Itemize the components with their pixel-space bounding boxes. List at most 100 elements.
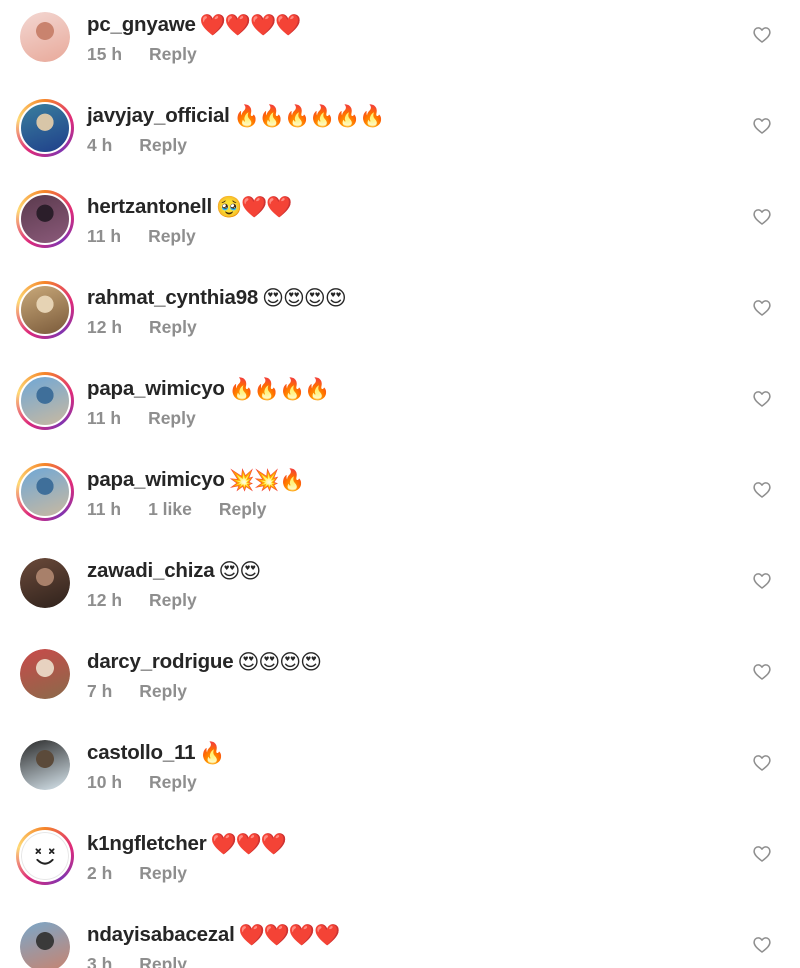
avatar[interactable] <box>16 99 74 157</box>
avatar[interactable] <box>20 12 70 62</box>
comment-line: javyjay_official 🔥🔥🔥🔥🔥🔥 <box>87 98 386 134</box>
comment-line: k1ngfletcher ❤️❤️❤️ <box>87 826 287 862</box>
comment-time: 11 h <box>87 499 122 519</box>
comment-row: k1ngfletcher ❤️❤️❤️ 2 h Reply <box>0 819 800 910</box>
avatar-image <box>19 466 71 518</box>
comment-username[interactable]: javyjay_official <box>87 104 230 128</box>
heart-outline-icon <box>753 391 771 407</box>
avatar[interactable] <box>16 372 74 430</box>
comment-username[interactable]: castollo_11 <box>87 741 196 765</box>
comment-time: 4 h <box>87 135 113 155</box>
heart-outline-icon <box>753 755 771 771</box>
avatar[interactable] <box>16 827 74 885</box>
comment-row: castollo_11 🔥 10 h Reply <box>0 728 800 819</box>
like-button[interactable] <box>752 298 772 318</box>
comment-row: zawadi_chiza 😍😍 12 h Reply <box>0 546 800 637</box>
comment-likes[interactable]: 1 like <box>148 499 192 520</box>
comment-username[interactable]: papa_wimicyo <box>87 377 225 401</box>
avatar-image <box>20 558 70 608</box>
like-button[interactable] <box>752 480 772 500</box>
reply-button[interactable]: Reply <box>139 863 187 884</box>
comment-row: ndayisabacezal ❤️❤️❤️❤️ 3 h Reply <box>0 910 800 968</box>
comment-line: darcy_rodrigue 😍😍😍😍 <box>87 644 322 680</box>
comment-username[interactable]: hertzantonell <box>87 195 212 219</box>
avatar-image <box>20 12 70 62</box>
comment-meta: 2 h Reply <box>87 863 214 884</box>
avatar-image <box>19 375 71 427</box>
comment-time: 2 h <box>87 863 113 883</box>
heart-outline-icon <box>753 846 771 862</box>
reply-button[interactable]: Reply <box>149 44 197 65</box>
comment-time: 11 h <box>87 226 122 246</box>
comment-time: 12 h <box>87 590 123 610</box>
comment-row: papa_wimicyo 💥💥🔥 11 h1 like Reply <box>0 455 800 546</box>
avatar[interactable] <box>20 558 70 608</box>
avatar-image <box>20 922 70 968</box>
comment-username[interactable]: k1ngfletcher <box>87 832 207 856</box>
reply-button[interactable]: Reply <box>139 681 187 702</box>
avatar-image <box>19 284 71 336</box>
reply-button[interactable]: Reply <box>149 772 197 793</box>
heart-outline-icon <box>753 27 771 43</box>
comment-username[interactable]: rahmat_cynthia98 <box>87 286 258 310</box>
comment-text: 😍😍😍😍 <box>237 650 322 674</box>
reply-button[interactable]: Reply <box>139 954 187 968</box>
heart-outline-icon <box>753 573 771 589</box>
comment-text: 🔥🔥🔥🔥 <box>228 376 331 401</box>
like-button[interactable] <box>752 753 772 773</box>
like-button[interactable] <box>752 207 772 227</box>
comment-row: hertzantonell 🥹❤️❤️ 11 h Reply <box>0 182 800 273</box>
like-button[interactable] <box>752 25 772 45</box>
comment-username[interactable]: zawadi_chiza <box>87 559 215 583</box>
comment-row: rahmat_cynthia98 😍😍😍😍 12 h Reply <box>0 273 800 364</box>
comment-line: papa_wimicyo 🔥🔥🔥🔥 <box>87 371 331 407</box>
comment-meta: 4 h Reply <box>87 135 214 156</box>
avatar[interactable] <box>20 649 70 699</box>
comment-row: pc_gnyawe ❤️❤️❤️❤️ 15 h Reply <box>0 0 800 91</box>
avatar[interactable] <box>20 740 70 790</box>
avatar-image <box>20 649 70 699</box>
comment-meta: 10 h Reply <box>87 772 224 793</box>
avatar[interactable] <box>16 463 74 521</box>
comment-line: zawadi_chiza 😍😍 <box>87 553 261 589</box>
comment-meta: 7 h Reply <box>87 681 214 702</box>
comment-username[interactable]: ndayisabacezal <box>87 923 235 947</box>
comment-row: javyjay_official 🔥🔥🔥🔥🔥🔥 4 h Reply <box>0 91 800 182</box>
comment-username[interactable]: pc_gnyawe <box>87 13 196 37</box>
like-button[interactable] <box>752 116 772 136</box>
avatar-image <box>19 102 71 154</box>
heart-outline-icon <box>753 300 771 316</box>
comment-meta: 11 h Reply <box>87 226 223 247</box>
comment-username[interactable]: darcy_rodrigue <box>87 650 234 674</box>
comment-line: papa_wimicyo 💥💥🔥 <box>87 462 305 498</box>
avatar[interactable] <box>16 190 74 248</box>
reply-button[interactable]: Reply <box>139 135 187 156</box>
comment-line: castollo_11 🔥 <box>87 735 226 771</box>
comment-meta: 3 h Reply <box>87 954 214 968</box>
comment-text: 🔥🔥🔥🔥🔥🔥 <box>233 103 386 128</box>
comment-text: 💥💥🔥 <box>228 467 305 492</box>
heart-outline-icon <box>753 118 771 134</box>
like-button[interactable] <box>752 935 772 955</box>
like-button[interactable] <box>752 662 772 682</box>
comment-text: ❤️❤️❤️ <box>210 831 287 856</box>
reply-button[interactable]: Reply <box>148 226 196 247</box>
avatar[interactable] <box>16 281 74 339</box>
like-button[interactable] <box>752 844 772 864</box>
reply-button[interactable]: Reply <box>219 499 267 520</box>
comment-time: 10 h <box>87 772 123 792</box>
reply-button[interactable]: Reply <box>149 590 197 611</box>
avatar[interactable] <box>20 922 70 968</box>
comment-time: 15 h <box>87 44 123 64</box>
comment-username[interactable]: papa_wimicyo <box>87 468 225 492</box>
reply-button[interactable]: Reply <box>149 317 197 338</box>
comment-line: rahmat_cynthia98 😍😍😍😍 <box>87 280 347 316</box>
like-button[interactable] <box>752 571 772 591</box>
reply-button[interactable]: Reply <box>148 408 196 429</box>
avatar-image <box>20 740 70 790</box>
comment-row: darcy_rodrigue 😍😍😍😍 7 h Reply <box>0 637 800 728</box>
comment-line: pc_gnyawe ❤️❤️❤️❤️ <box>87 7 301 43</box>
comment-text: ❤️❤️❤️❤️ <box>238 922 341 947</box>
smiley-face-icon <box>35 848 55 865</box>
like-button[interactable] <box>752 389 772 409</box>
